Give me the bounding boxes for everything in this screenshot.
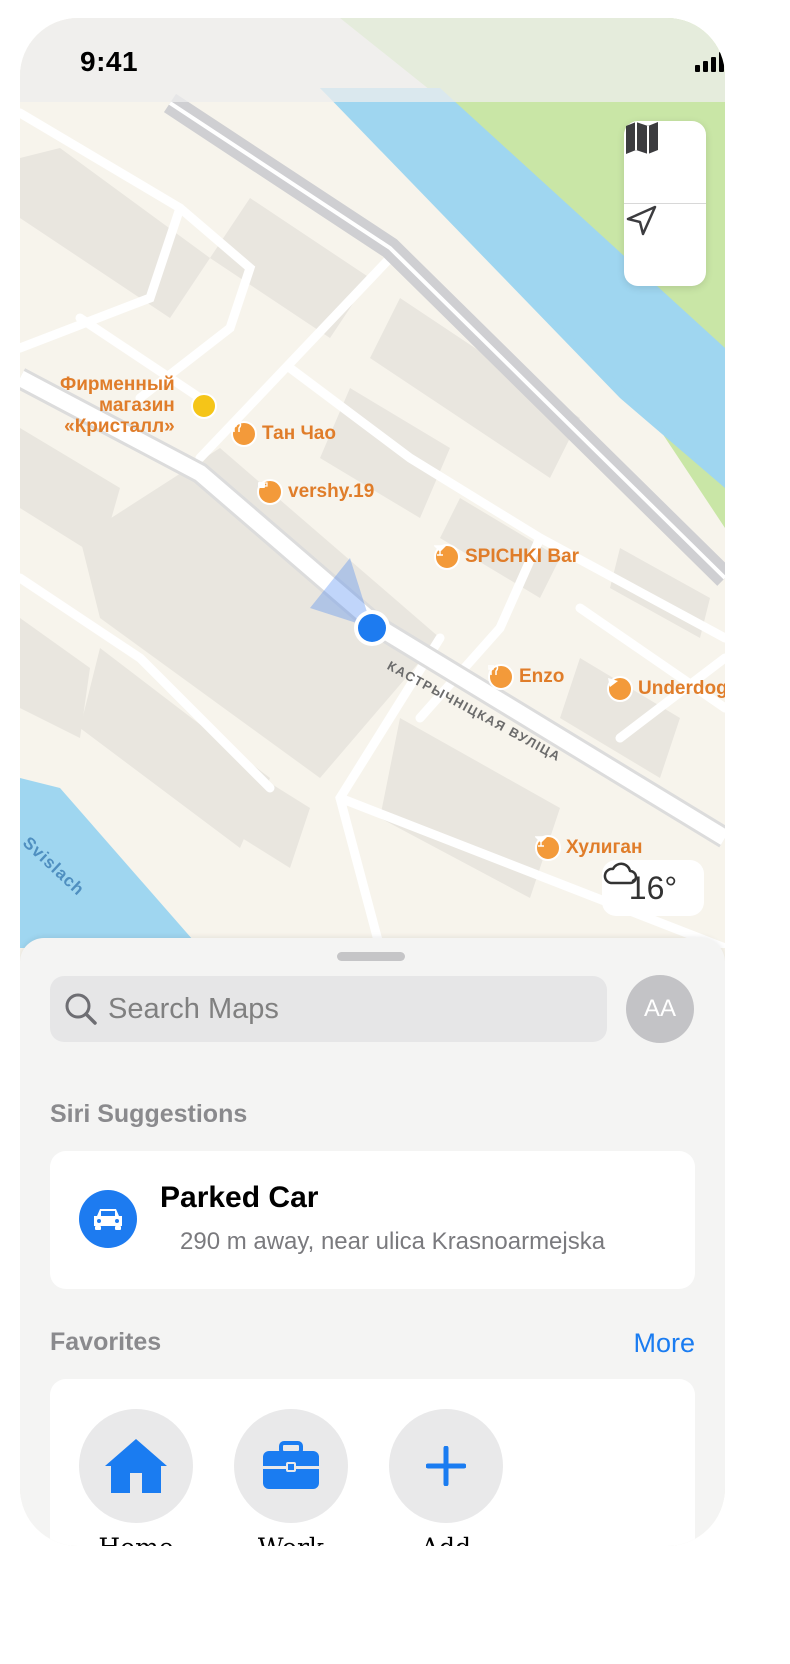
search-input[interactable]: Search Maps: [50, 976, 607, 1042]
store-icon: [191, 393, 217, 419]
poi-tan-chao[interactable]: Тан Чао: [231, 421, 336, 447]
poi-spichki[interactable]: SPICHKI Bar: [434, 544, 579, 570]
poi-kristall-line-1: Фирменный: [60, 374, 175, 395]
poi-enzo-label: Enzo: [519, 666, 565, 687]
cafe-icon: [257, 479, 283, 505]
user-location-dot: [358, 614, 386, 642]
siri-suggestions-title: Siri Suggestions: [50, 1100, 248, 1128]
poi-spichki-label: SPICHKI Bar: [465, 546, 580, 567]
bottom-sheet: Search Maps AA Siri Suggestions Parked C…: [20, 938, 725, 1546]
weather-badge[interactable]: 16°: [602, 860, 704, 916]
plus-icon: [426, 1446, 466, 1486]
search-icon: [64, 992, 98, 1026]
map-mode-button[interactable]: [624, 121, 706, 203]
favorites-more-link[interactable]: More: [633, 1328, 695, 1359]
status-bar: 9:41: [20, 18, 725, 100]
favorite-add[interactable]: Add: [389, 1409, 503, 1546]
poi-huligan-label: Хулиган: [566, 837, 643, 858]
cloud-icon: [603, 862, 638, 885]
favorite-home-button[interactable]: [79, 1409, 193, 1523]
favorites-card: Home Work: [50, 1379, 695, 1546]
parked-car-title: Parked Car: [160, 1181, 319, 1214]
status-time: 9:41: [80, 46, 139, 77]
map-icon: [626, 122, 658, 154]
phone-screen: 9:41 Фирменный магазин «Кристалл» Тан Ча…: [20, 18, 725, 1546]
poi-underdog-label: Underdog: [638, 678, 725, 699]
poi-kristall-line-3: «Кристалл»: [64, 416, 175, 437]
pizza-icon: [607, 676, 633, 702]
favorite-work[interactable]: Work: [234, 1409, 348, 1546]
poi-enzo[interactable]: Enzo: [488, 664, 564, 690]
briefcase-icon: [263, 1441, 319, 1489]
poi-kristall-line-2: магазин: [99, 395, 175, 416]
favorite-work-label: Work: [234, 1533, 348, 1546]
favorite-home-label: Home: [79, 1533, 193, 1546]
poi-vershy-label: vershy.19: [288, 481, 375, 502]
search-placeholder: Search Maps: [108, 992, 279, 1025]
map-controls: [624, 121, 706, 286]
map-view[interactable]: 9:41 Фирменный магазин «Кристалл» Тан Ча…: [20, 18, 725, 948]
poi-underdog[interactable]: Underdog: [607, 676, 725, 702]
poi-vershy[interactable]: vershy.19: [257, 479, 374, 505]
poi-kristall[interactable]: Фирменный магазин «Кристалл»: [60, 374, 175, 437]
car-icon: [79, 1190, 137, 1248]
parked-car-subtitle: 290 m away, near ulica Krasnoarmejska: [180, 1228, 606, 1255]
bar-icon: [434, 544, 460, 570]
poi-tan-chao-label: Тан Чао: [262, 423, 336, 444]
restaurant-icon: [231, 421, 257, 447]
restaurant-icon: [488, 664, 514, 690]
location-arrow-icon: [626, 205, 657, 236]
cellular-signal-icon: [695, 52, 724, 72]
home-icon: [105, 1439, 167, 1493]
sheet-grabber[interactable]: [337, 952, 405, 961]
parked-car-card[interactable]: Parked Car 290 m away, near ulica Krasno…: [50, 1151, 695, 1289]
favorite-home[interactable]: Home: [79, 1409, 193, 1546]
favorite-add-button[interactable]: [389, 1409, 503, 1523]
avatar[interactable]: AA: [626, 975, 694, 1043]
poi-huligan[interactable]: Хулиган: [535, 835, 642, 861]
current-location-button[interactable]: [624, 204, 706, 286]
favorite-work-button[interactable]: [234, 1409, 348, 1523]
bar-icon: [535, 835, 561, 861]
favorite-add-label: Add: [389, 1533, 503, 1546]
favorites-title: Favorites: [50, 1328, 162, 1356]
